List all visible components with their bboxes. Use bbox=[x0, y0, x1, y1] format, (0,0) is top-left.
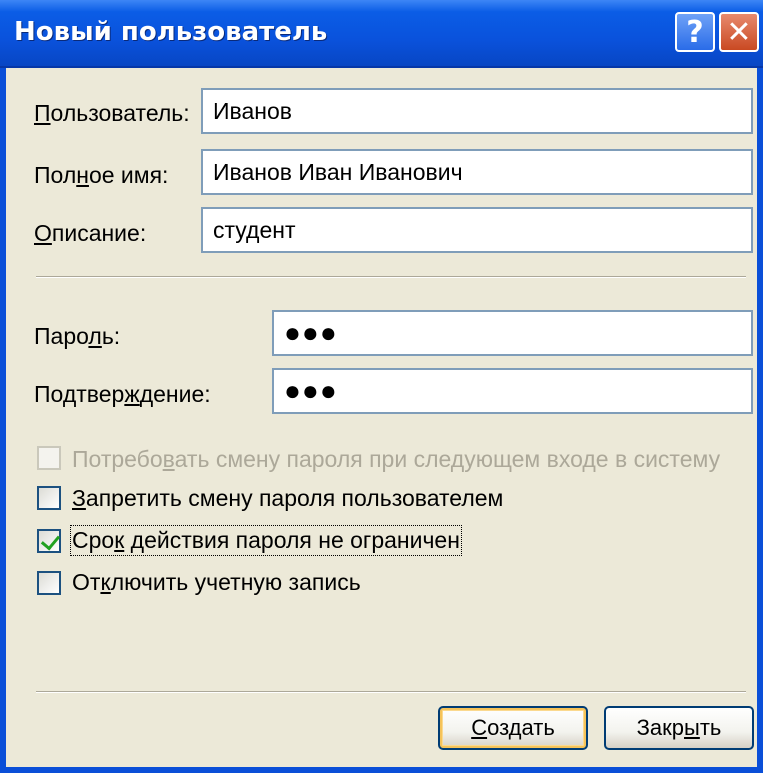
close-window-button[interactable]: ✕ bbox=[719, 12, 759, 52]
create-button[interactable]: Создать bbox=[438, 706, 588, 750]
help-button[interactable]: ? bbox=[675, 12, 715, 52]
fullname-label: Полное имя: bbox=[34, 162, 169, 188]
description-label: Описание: bbox=[34, 220, 147, 246]
password-never-expires-checkbox[interactable] bbox=[37, 529, 61, 553]
cannot-change-password-label[interactable]: Запретить смену пароля пользователем bbox=[72, 485, 503, 512]
fullname-input[interactable]: Иванов Иван Иванович bbox=[201, 149, 753, 195]
password-label: Пароль: bbox=[34, 323, 121, 349]
must-change-password-checkbox bbox=[37, 446, 61, 470]
password-input[interactable]: ●●● bbox=[272, 310, 753, 356]
help-icon: ? bbox=[686, 14, 704, 50]
confirm-password-input[interactable]: ●●● bbox=[272, 368, 753, 414]
separator-bottom bbox=[36, 691, 746, 693]
dialog-title: Новый пользователь bbox=[14, 17, 328, 47]
separator-top bbox=[36, 276, 746, 278]
username-input[interactable]: Иванов bbox=[201, 88, 753, 134]
cannot-change-password-checkbox[interactable] bbox=[37, 486, 61, 510]
new-user-dialog: Новый пользователь ? ✕ Пользователь: Ива… bbox=[0, 0, 763, 773]
confirm-password-label: Подтверждение: bbox=[34, 381, 211, 407]
must-change-password-label: Потребовать смену пароля при следующем в… bbox=[72, 446, 721, 472]
account-disabled-label[interactable]: Отключить учетную запись bbox=[72, 569, 361, 596]
title-bar[interactable]: Новый пользователь ? ✕ bbox=[0, 0, 763, 68]
checkmark-icon bbox=[40, 530, 61, 551]
account-disabled-checkbox[interactable] bbox=[37, 571, 61, 595]
password-never-expires-label[interactable]: Срок действия пароля не ограничен bbox=[70, 525, 462, 556]
close-icon: ✕ bbox=[726, 14, 752, 50]
description-input[interactable]: студент bbox=[201, 207, 753, 253]
username-label: Пользователь: bbox=[34, 100, 190, 126]
close-button[interactable]: Закр ы ть bbox=[604, 706, 754, 750]
